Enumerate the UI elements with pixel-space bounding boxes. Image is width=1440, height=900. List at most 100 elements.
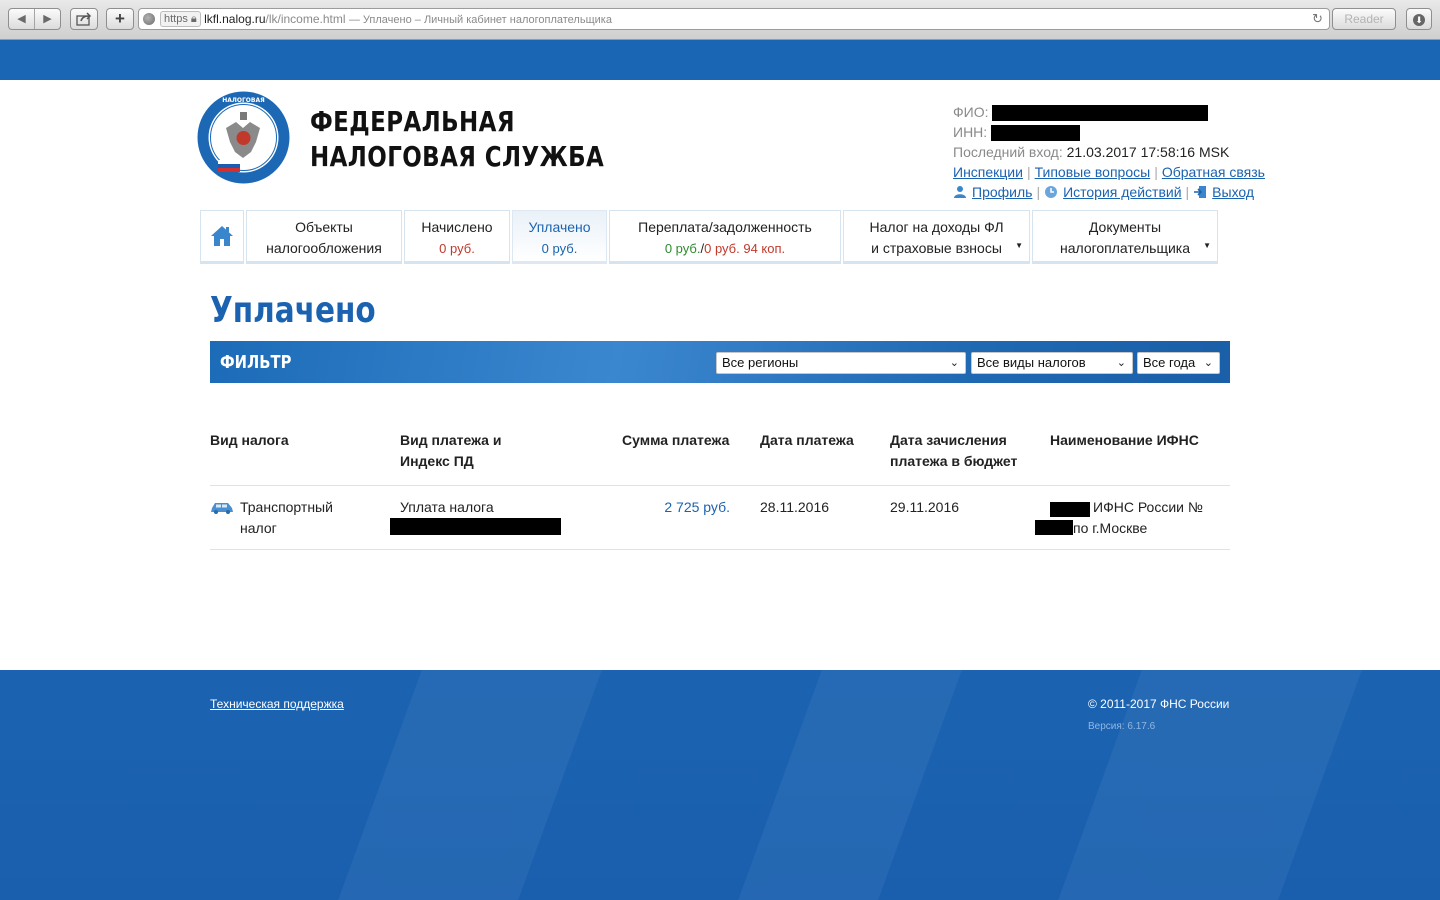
link-feedback[interactable]: Обратная связь	[1162, 164, 1265, 180]
region-select-value: Все регионы	[722, 355, 799, 370]
footer-decor	[338, 670, 602, 900]
org-name-line2: НАЛОГОВАЯ СЛУЖБА	[310, 140, 605, 173]
row-divider	[210, 549, 1230, 550]
cell-tax-type: Транспортный налог	[240, 497, 333, 539]
tab-income-tax-line1: Налог на доходы ФЛ	[869, 219, 1004, 235]
top-band	[0, 40, 1440, 80]
org-name-line1: ФЕДЕРАЛЬНАЯ	[310, 105, 515, 138]
org-name: ФЕДЕРАЛЬНАЯ НАЛОГОВАЯ СЛУЖБА	[310, 104, 604, 174]
debt-amount: 0 руб. 94 коп.	[704, 241, 786, 256]
share-button[interactable]	[70, 8, 98, 30]
ifns-district-redacted	[1035, 520, 1073, 535]
reader-button[interactable]: Reader	[1332, 8, 1396, 30]
inn-label: ИНН:	[953, 124, 988, 140]
download-icon: ⬇	[1413, 14, 1425, 26]
user-icon	[954, 186, 966, 198]
tech-support-link[interactable]: Техническая поддержка	[210, 697, 344, 711]
header-amount: Сумма платежа	[622, 432, 730, 448]
link-history[interactable]: История действий	[1063, 184, 1181, 200]
copyright: © 2011-2017 ФНС России	[1088, 697, 1230, 711]
tab-accrued-label: Начислено	[421, 219, 493, 235]
new-tab-button[interactable]: +	[106, 8, 134, 30]
header-tax-type: Вид налога	[210, 432, 289, 448]
url-path: /lk/income.html	[265, 12, 346, 26]
downloads-button[interactable]: ⬇	[1406, 8, 1432, 30]
tab-income-tax[interactable]: Налог на доходы ФЛ и страховые взносы ▼	[843, 210, 1030, 264]
tax-type-select-value: Все виды налогов	[977, 355, 1086, 370]
history-icon	[1045, 186, 1058, 198]
logout-icon	[1194, 186, 1207, 198]
filter-label: ФИЛЬТР	[220, 352, 292, 373]
tab-documents[interactable]: Документы налогоплательщика ▼	[1032, 210, 1218, 264]
page-title-in-address: — Уплачено – Личный кабинет налогоплател…	[348, 14, 612, 26]
last-login-label: Последний вход:	[953, 144, 1063, 160]
history-nav: ◀ ▶	[8, 8, 61, 30]
lock-icon: 🔒︎	[190, 13, 197, 25]
tab-documents-line1: Документы	[1088, 219, 1162, 235]
header-credit-date: Дата зачисления платежа в бюджет	[890, 430, 1017, 472]
header-payment-type-line2: Индекс ПД	[400, 453, 474, 469]
home-icon	[211, 226, 233, 246]
header-payment-type-line1: Вид платежа и	[400, 432, 502, 448]
cell-tax-type-line1: Транспортный	[240, 499, 333, 515]
browser-toolbar: ◀ ▶ + https 🔒︎ lkfl.nalog.ru/lk/income.h…	[0, 0, 1440, 40]
chevron-down-icon: ⌄	[1116, 357, 1126, 369]
region-select[interactable]: Все регионы ⌄	[716, 352, 966, 374]
tab-accrued-amount: 0 руб.	[439, 241, 475, 256]
tab-objects-line2: налогообложения	[266, 240, 382, 256]
cell-pay-date: 28.11.2016	[760, 499, 830, 515]
main-tabs: Объекты налогообложения Начислено 0 руб.…	[200, 210, 1220, 264]
link-profile[interactable]: Профиль	[972, 184, 1032, 200]
forward-icon[interactable]: ▶	[35, 9, 60, 29]
overpayment-amount: 0 руб.	[664, 241, 701, 256]
cell-ifns-line1: ИФНС России №	[1093, 499, 1203, 515]
header-divider	[210, 485, 1230, 486]
address-bar[interactable]: https 🔒︎ lkfl.nalog.ru/lk/income.html — …	[138, 8, 1330, 30]
fns-emblem-logo[interactable]: НАЛОГОВАЯ	[196, 90, 291, 185]
tab-paid-label: Уплачено	[528, 219, 591, 235]
url-host: lkfl.nalog.ru	[204, 12, 266, 26]
link-inspections[interactable]: Инспекции	[953, 164, 1023, 180]
tab-income-tax-line2: и страховые взносы	[871, 240, 1002, 256]
cell-tax-type-line2: налог	[240, 520, 277, 536]
dropdown-caret-icon: ▼	[1015, 241, 1023, 250]
reload-icon[interactable]: ↻	[1312, 9, 1323, 29]
tab-objects-line1: Объекты	[295, 219, 353, 235]
tab-overpayment-debt[interactable]: Переплата/задолженность 0 руб./0 руб. 94…	[609, 210, 841, 264]
last-login-value: 21.03.2017 17:58:16 MSK	[1066, 144, 1230, 160]
header-credit-date-line1: Дата зачисления	[890, 432, 1007, 448]
tab-accrued[interactable]: Начислено 0 руб.	[404, 210, 510, 264]
fio-redacted	[992, 105, 1209, 122]
header-payment-type: Вид платежа и Индекс ПД	[400, 430, 501, 472]
tab-documents-line2: налогоплательщика	[1059, 240, 1191, 256]
car-icon	[211, 503, 233, 514]
filter-bar: ФИЛЬТР Все регионы ⌄ Все виды налогов ⌄ …	[210, 341, 1230, 383]
year-select-value: Все года	[1143, 355, 1196, 370]
share-icon	[76, 12, 92, 26]
back-icon[interactable]: ◀	[9, 9, 35, 29]
link-faq[interactable]: Типовые вопросы	[1035, 164, 1151, 180]
year-select[interactable]: Все года ⌄	[1137, 352, 1220, 374]
dropdown-caret-icon: ▼	[1203, 241, 1211, 250]
cell-ifns-line2: по г.Москве	[1073, 520, 1148, 536]
tab-paid[interactable]: Уплачено 0 руб.	[512, 210, 607, 264]
header-pay-date: Дата платежа	[760, 432, 854, 448]
cell-payment-type-value: Уплата налога	[400, 499, 494, 515]
cell-credit-date: 29.11.2016	[890, 499, 960, 515]
tab-paid-amount: 0 руб.	[541, 241, 578, 256]
user-info: ФИО: ИНН: Последний вход: 21.03.2017 17:…	[953, 104, 1265, 200]
inn-redacted	[991, 125, 1081, 142]
tab-overpayment-label: Переплата/задолженность	[638, 219, 812, 235]
chevron-down-icon: ⌄	[949, 357, 959, 369]
link-logout[interactable]: Выход	[1212, 184, 1254, 200]
tax-type-select[interactable]: Все виды налогов ⌄	[971, 352, 1133, 374]
footer: Техническая поддержка © 2011-2017 ФНС Ро…	[0, 670, 1440, 900]
svg-text:НАЛОГОВАЯ: НАЛОГОВАЯ	[222, 97, 265, 104]
header-ifns: Наименование ИФНС	[1050, 432, 1199, 448]
footer-decor	[738, 670, 962, 900]
tab-home[interactable]	[200, 210, 244, 264]
ifns-number-redacted	[1050, 502, 1090, 517]
tab-objects[interactable]: Объекты налогообложения	[246, 210, 402, 264]
page-title: Уплачено	[210, 290, 376, 331]
cell-amount[interactable]: 2 725 руб.	[622, 497, 730, 518]
